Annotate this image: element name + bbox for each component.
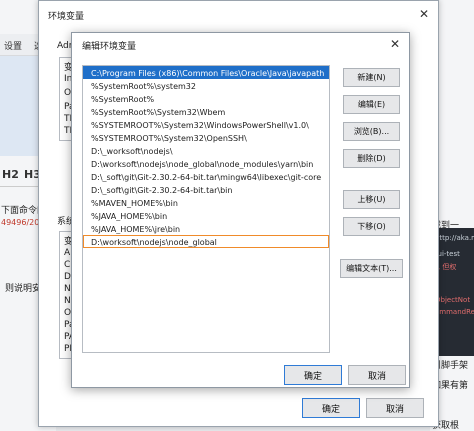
path-list-item[interactable]: C:\Program Files (x86)\Common Files\Orac… xyxy=(83,66,329,79)
toolbar-item-settings[interactable]: 设置 xyxy=(4,39,22,52)
path-list-item[interactable]: %SYSTEMROOT%\System32\WindowsPowerShell\… xyxy=(83,118,329,131)
move-up-button[interactable]: 上移(U) xyxy=(343,190,400,209)
path-list-item[interactable]: D:\worksoft\nodejs\node_global\node_modu… xyxy=(83,157,329,170)
path-list-item[interactable]: %SYSTEMROOT%\System32\OpenSSH\ xyxy=(83,131,329,144)
ok-button[interactable]: 确定 xyxy=(284,365,342,385)
list-item[interactable]: D xyxy=(64,272,71,282)
dialog-titlebar[interactable]: 编辑环境变量 ✕ xyxy=(72,33,409,57)
path-edit-field[interactable]: D:\worksoft\nodejs\node_global xyxy=(83,235,329,248)
terminal-line: http://aka.m xyxy=(435,234,474,242)
dialog-title: 编辑环境变量 xyxy=(82,42,137,52)
path-list-item[interactable]: %JAVA_HOME%\bin xyxy=(83,209,329,222)
terminal-line: ObjectNot xyxy=(435,296,471,304)
path-list-item[interactable]: D:\_worksoft\nodejs\ xyxy=(83,144,329,157)
dialog-title: 环境变量 xyxy=(48,12,85,22)
list-item[interactable]: N xyxy=(64,284,71,294)
path-entries-list[interactable]: C:\Program Files (x86)\Common Files\Orac… xyxy=(82,65,330,353)
browse-button[interactable]: 浏览(B)... xyxy=(343,122,400,141)
edit-environment-variable-dialog: 编辑环境变量 ✕ C:\Program Files (x86)\Common F… xyxy=(71,32,410,388)
path-list-item[interactable]: %MAVEN_HOME%\bin xyxy=(83,196,329,209)
dialog-titlebar[interactable]: 环境变量 ✕ xyxy=(39,1,438,29)
delete-button[interactable]: 删除(D) xyxy=(343,149,400,168)
list-item[interactable]: A xyxy=(64,248,70,258)
edit-button[interactable]: 编辑(E) xyxy=(343,95,400,114)
list-item[interactable]: C xyxy=(64,260,70,270)
path-list-item[interactable]: %SystemRoot%\system32 xyxy=(83,79,329,92)
close-icon[interactable]: ✕ xyxy=(416,6,432,22)
close-icon[interactable]: ✕ xyxy=(387,36,403,52)
edit-text-button[interactable]: 编辑文本(T)... xyxy=(340,259,403,278)
path-list-item[interactable]: D:\_soft\git\Git-2.30.2-64-bit.tar\bin xyxy=(83,183,329,196)
path-list-item[interactable]: %SystemRoot% xyxy=(83,92,329,105)
heading-h2-button[interactable]: H2 xyxy=(2,168,19,181)
path-list-item[interactable]: D:\_soft\git\Git-2.30.2-64-bit.tar\mingw… xyxy=(83,170,329,183)
terminal-line: ommandRe xyxy=(435,308,474,316)
move-down-button[interactable]: 下移(O) xyxy=(343,217,400,236)
ok-button[interactable]: 确定 xyxy=(302,398,360,418)
cancel-button[interactable]: 取消 xyxy=(348,365,406,385)
path-list-item[interactable]: %SystemRoot%\System32\Wbem xyxy=(83,105,329,118)
list-item[interactable]: N xyxy=(64,296,71,306)
new-button[interactable]: 新建(N) xyxy=(343,68,400,87)
cancel-button[interactable]: 取消 xyxy=(366,398,424,418)
path-list-item[interactable]: %JAVA_HOME%\jre\bin xyxy=(83,222,329,235)
